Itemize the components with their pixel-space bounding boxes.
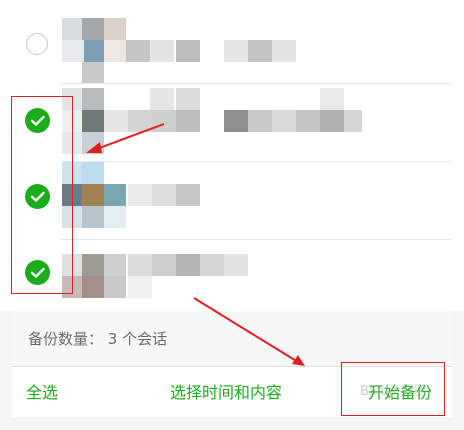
annotation-arrow <box>93 123 165 151</box>
annotation-arrow <box>193 297 299 363</box>
annotation-arrows <box>86 123 305 366</box>
annotation-arrow-head <box>86 142 102 153</box>
